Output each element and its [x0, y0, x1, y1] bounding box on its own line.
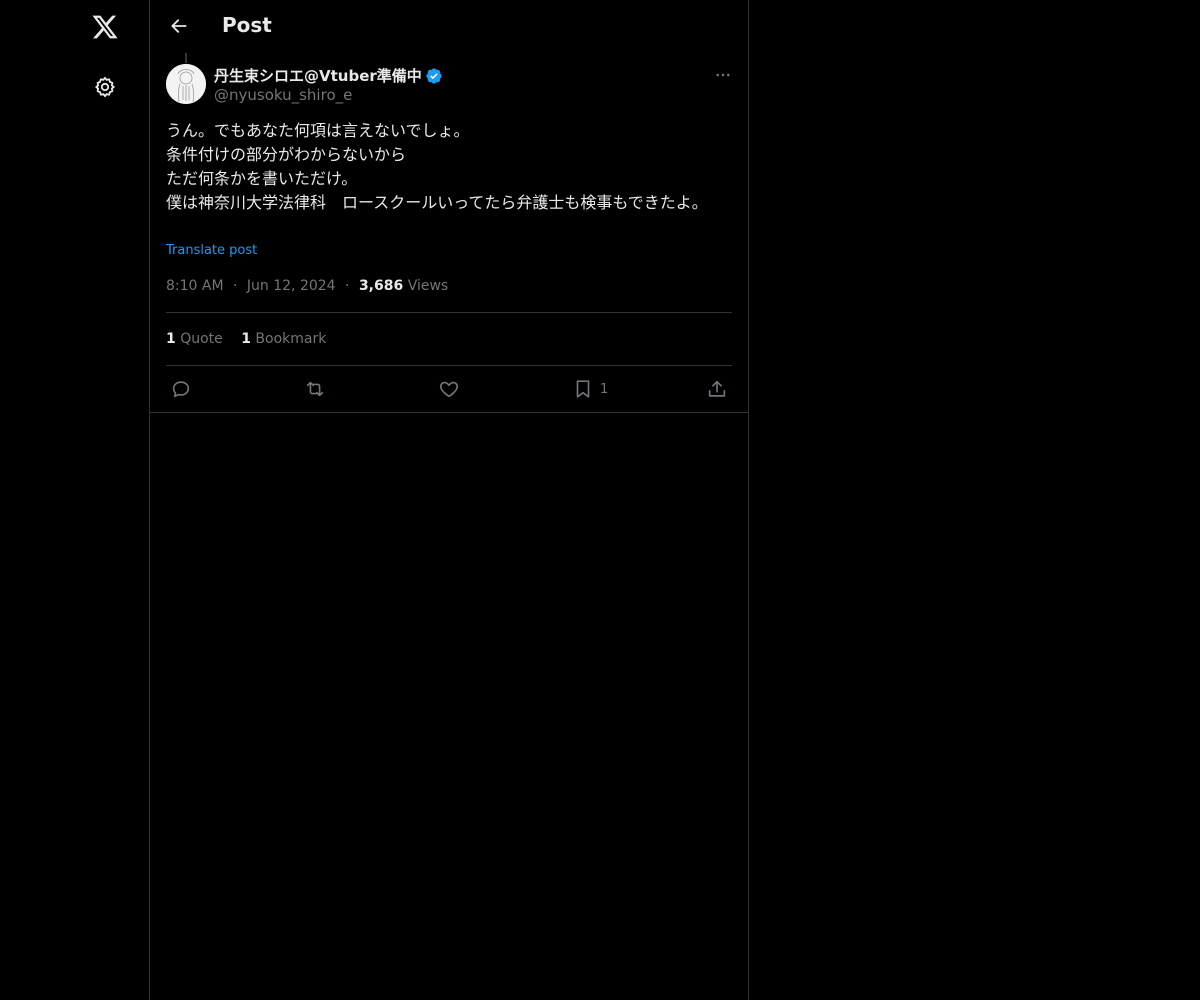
bookmark-button[interactable]: 1	[572, 377, 608, 401]
verified-badge-icon	[426, 67, 442, 84]
author-handle[interactable]: @nyusoku_shiro_e	[214, 86, 352, 104]
more-options-button[interactable]	[708, 64, 738, 86]
like-button[interactable]	[438, 377, 460, 401]
settings-button[interactable]	[83, 65, 127, 109]
action-bar: 1	[150, 366, 748, 413]
reply-icon	[172, 381, 190, 398]
share-icon	[708, 380, 726, 397]
x-logo-button[interactable]	[83, 5, 127, 49]
thread-line	[185, 53, 187, 63]
arrow-left-icon	[171, 19, 187, 33]
quotes-label: Quote	[180, 331, 223, 347]
tweet-time[interactable]: 8:10 AM	[166, 278, 224, 294]
back-button[interactable]	[162, 9, 196, 43]
x-logo-icon	[92, 15, 118, 39]
repost-icon	[306, 381, 324, 397]
bookmark-icon	[576, 380, 590, 398]
avatar[interactable]	[166, 64, 206, 104]
quotes-link[interactable]: 1 Quote	[166, 331, 227, 347]
bookmarks-label: Bookmark	[255, 331, 327, 347]
more-horizontal-icon	[716, 73, 730, 77]
tweet-date[interactable]: Jun 12, 2024	[247, 278, 336, 294]
repost-button[interactable]	[304, 377, 326, 401]
main-column: Post 丹生束シロエ@Vtuber準備中 @nyusoku_shiro_e う…	[149, 0, 749, 1000]
bookmarks-count: 1	[241, 331, 251, 347]
heart-icon	[439, 381, 459, 398]
meta-separator: ·	[345, 278, 350, 294]
gear-icon	[95, 76, 115, 98]
bookmark-count: 1	[600, 381, 609, 397]
header: Post	[150, 0, 748, 53]
quotes-count: 1	[166, 331, 176, 347]
tweet-meta: 8:10 AM · Jun 12, 2024 · 3,686 Views	[166, 278, 448, 294]
author-name-row[interactable]: 丹生束シロエ@Vtuber準備中	[214, 65, 443, 86]
reply-button[interactable]	[170, 377, 192, 401]
share-button[interactable]	[706, 377, 728, 401]
meta-separator: ·	[233, 278, 238, 294]
avatar-image	[166, 64, 206, 104]
tweet-text: うん。でもあなた何項は言えないでしょ。 条件付けの部分がわからないから ただ何条…	[166, 121, 708, 212]
engagement-stats: 1 Quote 1 Bookmark	[166, 331, 340, 347]
views-count: 3,686	[358, 278, 404, 294]
translate-post-link[interactable]: Translate post	[166, 243, 257, 258]
bookmarks-link[interactable]: 1 Bookmark	[241, 331, 326, 347]
page-title: Post	[222, 13, 272, 37]
author-name[interactable]: 丹生束シロエ@Vtuber準備中	[214, 65, 422, 86]
views-label: Views	[407, 278, 449, 294]
divider	[166, 312, 732, 313]
left-nav	[0, 0, 150, 1000]
